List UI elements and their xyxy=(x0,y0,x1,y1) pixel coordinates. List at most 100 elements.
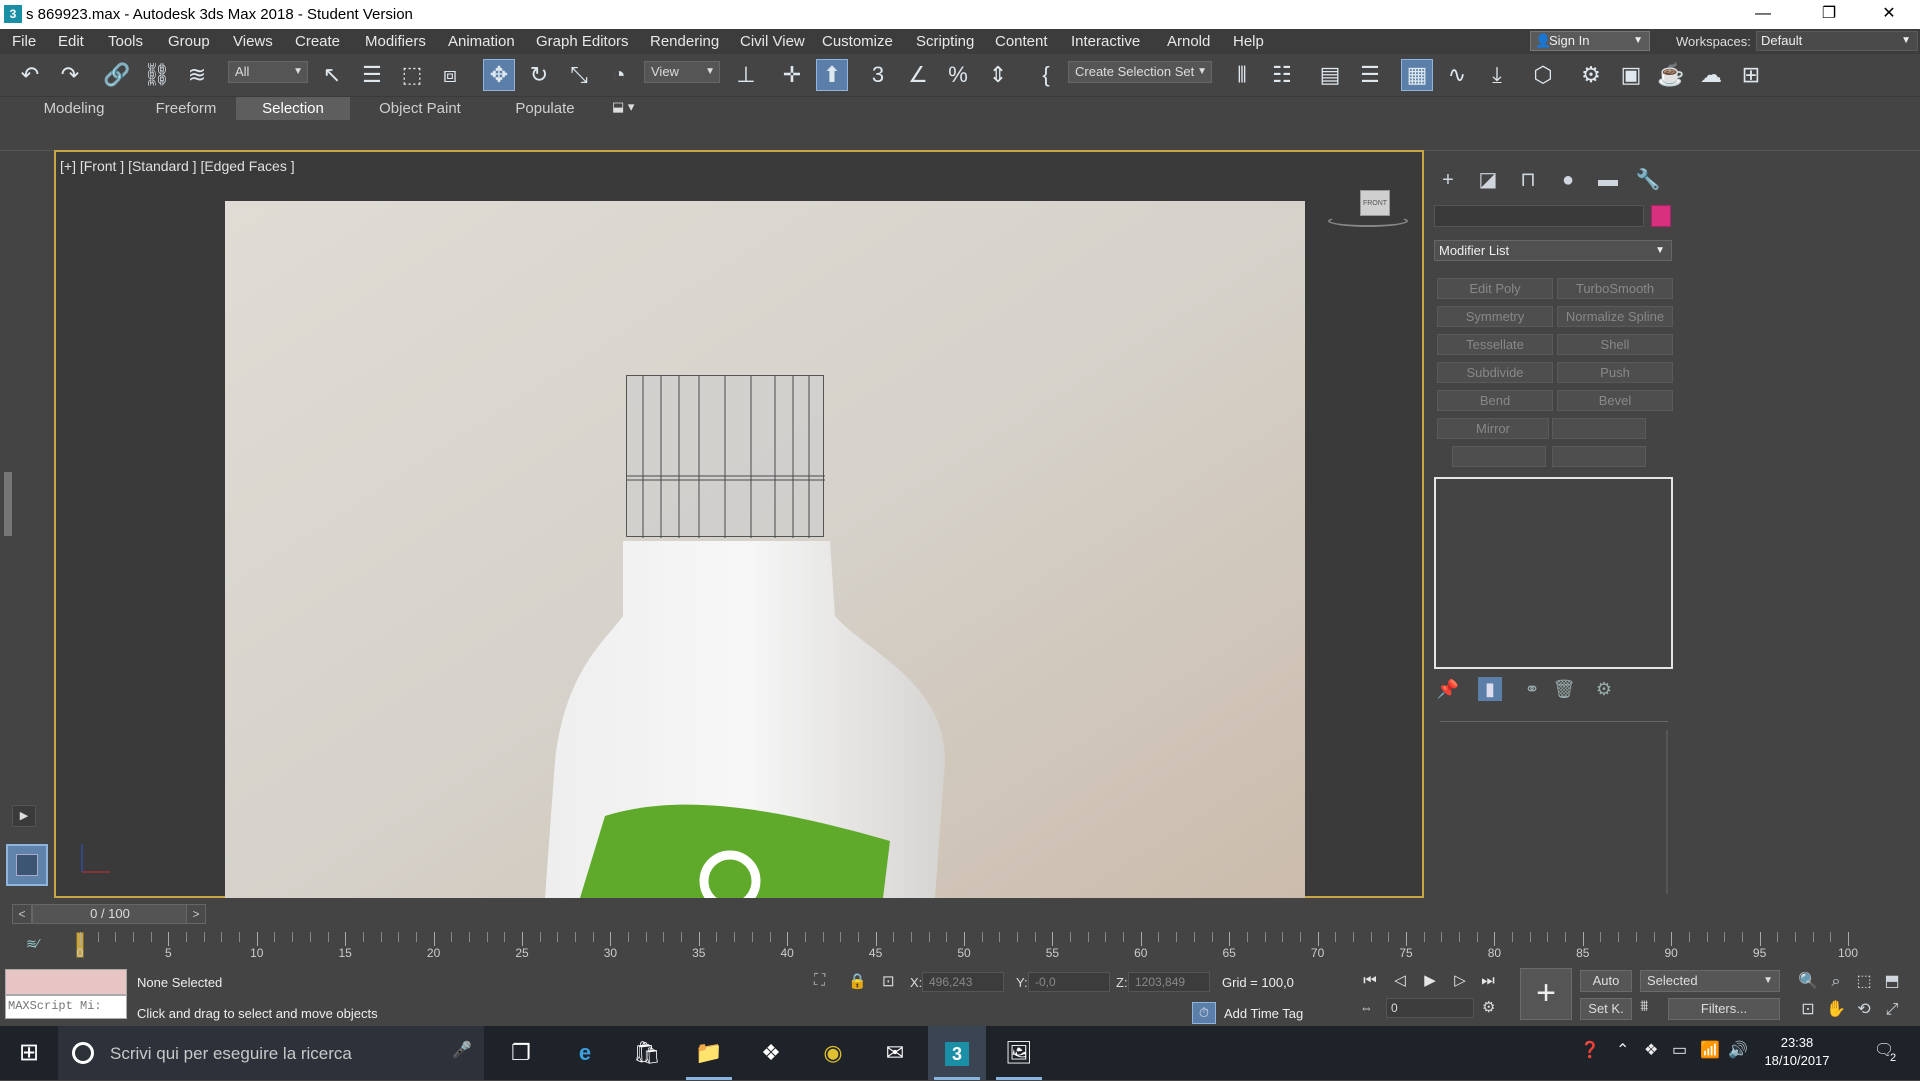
render-setup-icon[interactable]: ⚙ xyxy=(1575,59,1607,91)
menu-tools[interactable]: Tools xyxy=(108,33,143,50)
menu-help[interactable]: Help xyxy=(1233,33,1264,50)
chrome-icon[interactable]: ◉ xyxy=(804,1026,862,1080)
select-and-rotate-icon[interactable]: ↻ xyxy=(523,59,555,91)
menu-file[interactable]: File xyxy=(12,33,36,50)
menu-graph-editors[interactable]: Graph Editors xyxy=(536,33,629,50)
tab-modeling[interactable]: Modeling xyxy=(14,97,134,120)
zoom-all-icon[interactable]: ⌕ xyxy=(1824,970,1848,994)
y-coordinate-field[interactable]: -0,0 xyxy=(1028,972,1110,992)
selection-lock-icon[interactable]: 🔒 xyxy=(848,972,867,990)
named-selection-set-dropdown[interactable]: Create Selection Set ▼ xyxy=(1068,61,1212,83)
key-mode-toggle-icon[interactable]: ⇔ xyxy=(1360,1000,1373,1015)
help-tray-icon[interactable]: ❓ xyxy=(1580,1040,1600,1060)
maxscript-listener[interactable]: MAXScript Mi: xyxy=(5,969,127,1023)
hierarchy-tab-icon[interactable]: ⊓ xyxy=(1514,168,1542,192)
workspace-dropdown[interactable]: Default ▼ xyxy=(1756,31,1918,51)
windows-start-icon[interactable]: ⊞ xyxy=(0,1026,58,1080)
absolute-mode-icon[interactable]: ⊡ xyxy=(882,972,895,990)
tab-selection[interactable]: Selection xyxy=(236,97,350,120)
viewcube[interactable]: FRONT xyxy=(1360,190,1390,216)
time-slider-next[interactable]: > xyxy=(186,904,206,924)
pin-stack-icon[interactable]: 📌 xyxy=(1436,677,1460,701)
remove-modifier-icon[interactable]: 🗑 xyxy=(1552,677,1576,701)
time-tag-icon[interactable]: ⏱ xyxy=(1192,1002,1216,1024)
add-time-tag[interactable]: Add Time Tag xyxy=(1224,1006,1303,1021)
zoom-extents-all-icon[interactable]: ⬒ xyxy=(1880,970,1904,994)
reference-coordinate-dropdown[interactable]: View ▼ xyxy=(644,61,720,83)
auto-key-button[interactable]: Auto xyxy=(1580,970,1632,992)
scene-explorer-icon[interactable]: ▤ xyxy=(1314,59,1346,91)
dropbox-icon[interactable]: ❖ xyxy=(742,1026,800,1080)
maximize-viewport-icon[interactable]: ⤢ xyxy=(1880,998,1904,1022)
zoom-region-icon[interactable]: ⊡ xyxy=(1796,998,1820,1022)
file-explorer-icon[interactable]: 📁 xyxy=(680,1026,738,1080)
schematic-view-icon[interactable]: ⤓ xyxy=(1481,59,1513,91)
next-frame-icon[interactable]: ▷ xyxy=(1448,970,1472,992)
select-and-scale-icon[interactable]: ⤡ xyxy=(563,59,595,91)
pivot-center-icon[interactable]: ⊥ xyxy=(730,59,762,91)
time-configuration-icon[interactable]: ⚙ xyxy=(1482,998,1495,1016)
play-icon[interactable]: ▶ xyxy=(1418,970,1442,992)
volume-icon[interactable]: 🔊 xyxy=(1728,1040,1748,1060)
object-name-field[interactable] xyxy=(1434,205,1644,227)
edit-named-selection-icon[interactable]: { xyxy=(1030,59,1062,91)
sign-in-dropdown[interactable]: 👤 Sign In ▼ xyxy=(1530,31,1650,51)
modifier-button-subdivide[interactable]: Subdivide xyxy=(1437,362,1553,383)
modifier-button-mirror[interactable]: Mirror xyxy=(1437,418,1549,439)
modifier-button-push[interactable]: Push xyxy=(1557,362,1673,383)
menu-create[interactable]: Create xyxy=(295,33,340,50)
menu-modifiers[interactable]: Modifiers xyxy=(365,33,426,50)
manipulate-icon[interactable]: ✛ xyxy=(776,59,808,91)
utilities-tab-icon[interactable]: 🔧 xyxy=(1634,168,1662,192)
show-hidden-icons-icon[interactable]: ⌃ xyxy=(1616,1040,1629,1060)
cylinder-mesh[interactable] xyxy=(626,375,825,538)
modifier-button-symmetry[interactable]: Symmetry xyxy=(1437,306,1553,327)
key-filter-dropdown[interactable]: Selected ▼ xyxy=(1640,970,1780,992)
modifier-button-normalize-spline[interactable]: Normalize Spline xyxy=(1557,306,1673,327)
pan-view-icon[interactable]: ✋ xyxy=(1824,998,1848,1022)
time-slider-prev[interactable]: < xyxy=(12,904,32,924)
photos-icon[interactable]: 🖼 xyxy=(990,1026,1048,1080)
redo-icon[interactable]: ↷ xyxy=(54,59,86,91)
maxscript-input[interactable]: MAXScript Mi: xyxy=(5,995,127,1019)
time-slider[interactable]: 0 / 100 xyxy=(32,904,188,924)
store-icon[interactable]: 🛍 xyxy=(618,1026,676,1080)
rectangular-selection-icon[interactable]: ⬚ xyxy=(396,59,428,91)
menu-views[interactable]: Views xyxy=(233,33,273,50)
close-button[interactable]: ✕ xyxy=(1866,0,1912,29)
menu-edit[interactable]: Edit xyxy=(58,33,84,50)
layer-explorer-icon[interactable]: ☰ xyxy=(1354,59,1386,91)
a360-gallery-icon[interactable]: ⊞ xyxy=(1735,59,1767,91)
menu-arnold[interactable]: Arnold xyxy=(1167,33,1210,50)
dropbox-tray-icon[interactable]: ❖ xyxy=(1644,1040,1658,1060)
command-panel-scrollbar[interactable] xyxy=(1666,730,1668,894)
select-and-place-icon[interactable]: ◔ xyxy=(603,59,635,91)
tab-object-paint[interactable]: Object Paint xyxy=(360,97,480,120)
maxscript-output[interactable] xyxy=(5,969,127,995)
object-color-swatch[interactable] xyxy=(1651,205,1671,227)
battery-icon[interactable]: ▭ xyxy=(1672,1040,1687,1060)
select-by-name-icon[interactable]: ☰ xyxy=(356,59,388,91)
z-coordinate-field[interactable]: 1203,849 xyxy=(1128,972,1210,992)
menu-rendering[interactable]: Rendering xyxy=(650,33,719,50)
toggle-ribbon-icon[interactable]: ▦ xyxy=(1401,59,1433,91)
configure-modifier-sets-icon[interactable]: ⚙ xyxy=(1592,677,1616,701)
undo-icon[interactable]: ↶ xyxy=(14,59,46,91)
menu-group[interactable]: Group xyxy=(168,33,210,50)
selection-filter-dropdown[interactable]: All ▼ xyxy=(228,61,308,83)
default-in-out-tangents-icon[interactable]: ⩩ xyxy=(1640,998,1649,1016)
modifier-button-empty[interactable] xyxy=(1452,446,1546,467)
zoom-icon[interactable]: 🔍 xyxy=(1796,970,1820,994)
make-unique-icon[interactable]: ⚭ xyxy=(1520,677,1544,701)
tab-populate[interactable]: Populate xyxy=(490,97,600,120)
window-crossing-icon[interactable]: ⧈ xyxy=(434,59,466,91)
spinner-snap-icon[interactable]: ⇕ xyxy=(982,59,1014,91)
menu-scripting[interactable]: Scripting xyxy=(916,33,974,50)
keyboard-shortcut-override-icon[interactable]: ⬆ xyxy=(816,59,848,91)
viewcube-compass-ring[interactable] xyxy=(1328,215,1408,227)
display-tab-icon[interactable]: ▬ xyxy=(1594,168,1622,192)
render-production-icon[interactable]: ☕ xyxy=(1655,59,1687,91)
menu-interactive[interactable]: Interactive xyxy=(1071,33,1140,50)
show-end-result-icon[interactable]: ▮ xyxy=(1478,677,1502,701)
isolate-selection-icon[interactable]: ⛶ xyxy=(814,972,825,990)
